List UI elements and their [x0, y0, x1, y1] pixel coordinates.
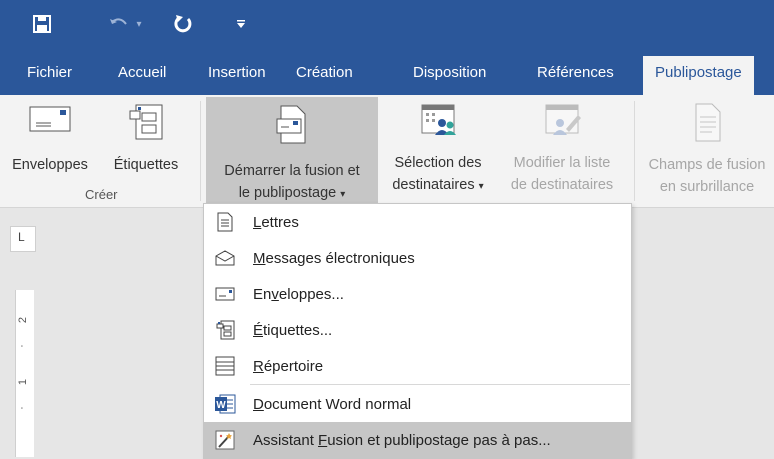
- tab-accueil[interactable]: Accueil: [118, 58, 166, 95]
- redo-icon[interactable]: [172, 12, 194, 36]
- directory-icon: [214, 355, 236, 377]
- enveloppes-button[interactable]: Enveloppes: [4, 103, 96, 185]
- menu-item-enveloppes[interactable]: Enveloppes...: [204, 276, 631, 312]
- edit-recipient-list-icon: [496, 103, 628, 146]
- modifier-liste-button[interactable]: Modifier la liste de destinataires: [496, 103, 628, 195]
- menu-item-messages[interactable]: Messages électroniques: [204, 240, 631, 276]
- demarrer-label-line2: le publipostage: [238, 185, 337, 201]
- wizard-icon: [214, 429, 236, 451]
- tab-selector[interactable]: L: [10, 226, 36, 252]
- envelope-icon: [214, 283, 236, 305]
- demarrer-label-line1: Démarrer la fusion et: [224, 163, 360, 179]
- undo-icon[interactable]: ▾: [100, 12, 150, 36]
- tab-creation[interactable]: Création: [296, 58, 353, 95]
- tab-insertion[interactable]: Insertion: [208, 58, 266, 95]
- selection-label-line2: destinataires: [392, 177, 475, 193]
- etiquettes-label: Étiquettes: [113, 157, 179, 173]
- menu-item-assistant[interactable]: Assistant Fusion et publipostage pas à p…: [204, 422, 631, 458]
- selection-destinataires-button[interactable]: Sélection des destinataires ▾: [380, 103, 496, 195]
- highlight-merge-fields-icon: [640, 103, 774, 150]
- start-mail-merge-icon: [206, 105, 378, 152]
- ribbon-separator: [200, 101, 201, 201]
- envelope-icon: [4, 103, 96, 140]
- vertical-ruler: 2 · 1 ·: [15, 290, 34, 457]
- recipients-icon: [380, 103, 496, 146]
- labels-icon: [214, 319, 236, 341]
- tab-references[interactable]: Références: [537, 58, 614, 95]
- title-bar: ▾: [0, 0, 774, 48]
- tab-fichier[interactable]: Fichier: [27, 58, 72, 95]
- ribbon-separator: [634, 101, 635, 201]
- menu-item-lettres[interactable]: Lettres: [204, 204, 631, 240]
- menu-item-document-word-normal[interactable]: W Document Word normal: [204, 386, 631, 422]
- tab-stop-icon: L: [18, 230, 25, 244]
- chevron-down-icon: ▾: [340, 189, 346, 200]
- demarrer-fusion-button[interactable]: Démarrer la fusion et le publipostage ▾: [206, 97, 378, 203]
- ruler-mark: 2: [17, 316, 30, 324]
- ribbon-tabs: Fichier Accueil Insertion Création Dispo…: [0, 48, 774, 95]
- save-icon[interactable]: [30, 12, 54, 36]
- ribbon: Enveloppes Étiquettes Créer Démarrer la …: [0, 95, 774, 208]
- ruler-mark: ·: [15, 344, 28, 348]
- mail-merge-dropdown-menu: Lettres Messages électroniques Enveloppe…: [203, 203, 632, 459]
- email-icon: [214, 247, 236, 269]
- modifier-label-line2: de destinataires: [510, 177, 614, 193]
- enveloppes-label: Enveloppes: [12, 157, 88, 173]
- customize-qat-icon[interactable]: [234, 12, 248, 36]
- modifier-label-line1: Modifier la liste: [513, 155, 611, 171]
- chevron-down-icon: ▾: [478, 181, 484, 192]
- champs-label-line1: Champs de fusion: [648, 157, 766, 173]
- menu-item-etiquettes[interactable]: Étiquettes...: [204, 312, 631, 348]
- svg-text:W: W: [216, 400, 226, 411]
- champs-label-line2: en surbrillance: [659, 179, 755, 195]
- group-label-creer: Créer: [85, 187, 118, 202]
- ruler-mark: 1: [17, 378, 30, 386]
- labels-icon: [98, 103, 194, 150]
- letter-icon: [214, 211, 236, 233]
- menu-separator: [250, 384, 630, 385]
- etiquettes-button[interactable]: Étiquettes: [98, 103, 194, 185]
- ruler-mark: ·: [15, 406, 28, 410]
- word-icon: W: [214, 393, 236, 415]
- champs-fusion-button[interactable]: Champs de fusion en surbrillance: [640, 103, 774, 195]
- tab-publipostage[interactable]: Publipostage: [643, 56, 754, 95]
- tab-disposition[interactable]: Disposition: [413, 58, 486, 95]
- menu-item-repertoire[interactable]: Répertoire: [204, 348, 631, 384]
- selection-label-line1: Sélection des: [394, 155, 482, 171]
